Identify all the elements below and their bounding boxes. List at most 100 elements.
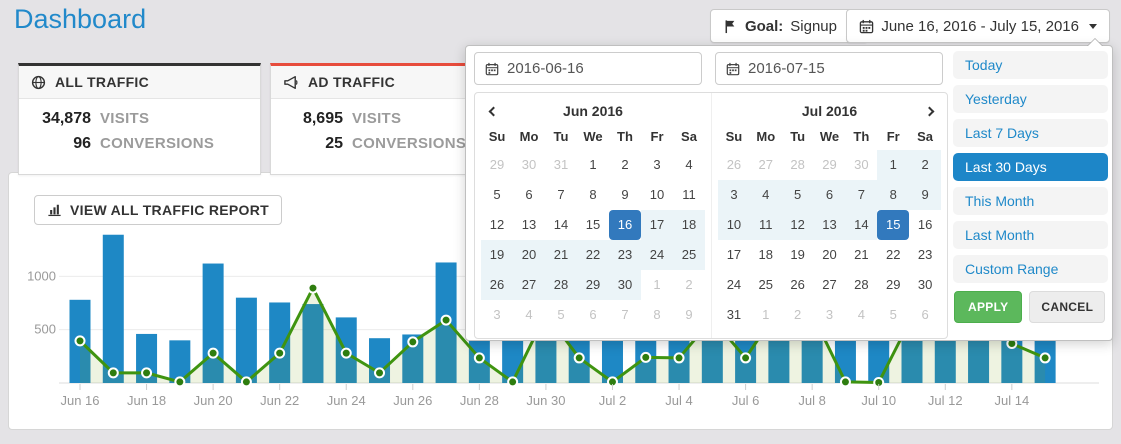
calendar-day[interactable]: 19 xyxy=(782,240,814,270)
calendar-day[interactable]: 15 xyxy=(577,210,609,240)
range-preset-last-7-days[interactable]: Last 7 Days xyxy=(953,119,1108,147)
calendar-day[interactable]: 20 xyxy=(814,240,846,270)
chart-point[interactable] xyxy=(109,368,118,377)
range-preset-last-30-days[interactable]: Last 30 Days xyxy=(953,153,1108,181)
calendar-day[interactable]: 10 xyxy=(641,180,673,210)
calendar-day[interactable]: 18 xyxy=(750,240,782,270)
calendar-day[interactable]: 22 xyxy=(877,240,909,270)
chart-point[interactable] xyxy=(575,353,584,362)
chart-point[interactable] xyxy=(275,349,284,358)
chart-point[interactable] xyxy=(342,349,351,358)
chevron-left-icon[interactable] xyxy=(481,99,505,123)
chart-point[interactable] xyxy=(408,337,417,346)
calendar-day[interactable]: 29 xyxy=(481,150,513,180)
calendar-day[interactable]: 22 xyxy=(577,240,609,270)
calendar-day[interactable]: 6 xyxy=(577,300,609,330)
calendar-day[interactable]: 8 xyxy=(641,300,673,330)
calendar-day[interactable]: 18 xyxy=(673,210,705,240)
calendar-day[interactable]: 26 xyxy=(718,150,750,180)
chart-point[interactable] xyxy=(741,353,750,362)
calendar-day[interactable]: 17 xyxy=(641,210,673,240)
calendar-day[interactable]: 31 xyxy=(718,300,750,330)
calendar-day[interactable]: 5 xyxy=(782,180,814,210)
calendar-day[interactable]: 26 xyxy=(782,270,814,300)
calendar-day[interactable]: 24 xyxy=(641,240,673,270)
chart-point[interactable] xyxy=(242,377,251,386)
calendar-day[interactable]: 7 xyxy=(545,180,577,210)
range-preset-today[interactable]: Today xyxy=(953,51,1108,79)
apply-button[interactable]: APPLY xyxy=(954,291,1022,323)
calendar-day[interactable]: 6 xyxy=(814,180,846,210)
chart-point[interactable] xyxy=(308,284,317,293)
calendar-day[interactable]: 14 xyxy=(845,210,877,240)
calendar-day[interactable]: 3 xyxy=(814,300,846,330)
calendar-day[interactable]: 12 xyxy=(481,210,513,240)
date-range-button[interactable]: June 16, 2016 - July 15, 2016 xyxy=(846,9,1110,43)
calendar-day[interactable]: 29 xyxy=(877,270,909,300)
calendar-day[interactable]: 30 xyxy=(513,150,545,180)
chevron-right-icon[interactable] xyxy=(917,99,941,123)
calendar-day[interactable]: 31 xyxy=(545,150,577,180)
calendar-day[interactable]: 3 xyxy=(481,300,513,330)
cancel-button[interactable]: CANCEL xyxy=(1029,291,1105,323)
calendar-day[interactable]: 25 xyxy=(750,270,782,300)
chart-bar[interactable] xyxy=(103,235,124,383)
chart-point[interactable] xyxy=(475,353,484,362)
calendar-day[interactable]: 13 xyxy=(513,210,545,240)
calendar-day[interactable]: 2 xyxy=(782,300,814,330)
calendar-day[interactable]: 15 xyxy=(877,210,909,240)
calendar-day[interactable]: 29 xyxy=(577,270,609,300)
start-date-input[interactable]: 2016-06-16 xyxy=(474,52,702,85)
chart-point[interactable] xyxy=(841,377,850,386)
calendar-day[interactable]: 9 xyxy=(909,180,941,210)
calendar-day[interactable]: 6 xyxy=(513,180,545,210)
calendar-day[interactable]: 20 xyxy=(513,240,545,270)
calendar-day[interactable]: 30 xyxy=(909,270,941,300)
calendar-day[interactable]: 1 xyxy=(641,270,673,300)
chart-point[interactable] xyxy=(1041,353,1050,362)
calendar-day[interactable]: 11 xyxy=(750,210,782,240)
range-preset-this-month[interactable]: This Month xyxy=(953,187,1108,215)
calendar-day[interactable]: 4 xyxy=(750,180,782,210)
calendar-day[interactable]: 9 xyxy=(673,300,705,330)
calendar-day[interactable]: 5 xyxy=(877,300,909,330)
chart-point[interactable] xyxy=(76,336,85,345)
goal-selector-button[interactable]: Goal: Signup xyxy=(710,9,868,43)
calendar-day[interactable]: 16 xyxy=(609,210,641,240)
calendar-day[interactable]: 4 xyxy=(845,300,877,330)
calendar-day[interactable]: 4 xyxy=(513,300,545,330)
calendar-day[interactable]: 25 xyxy=(673,240,705,270)
calendar-day[interactable]: 1 xyxy=(577,150,609,180)
chart-point[interactable] xyxy=(375,368,384,377)
calendar-day[interactable]: 3 xyxy=(718,180,750,210)
chart-point[interactable] xyxy=(142,368,151,377)
range-preset-custom-range[interactable]: Custom Range xyxy=(953,255,1108,283)
chart-point[interactable] xyxy=(675,353,684,362)
calendar-day[interactable]: 24 xyxy=(718,270,750,300)
calendar-day[interactable]: 3 xyxy=(641,150,673,180)
calendar-day[interactable]: 23 xyxy=(909,240,941,270)
calendar-day[interactable]: 8 xyxy=(877,180,909,210)
calendar-day[interactable]: 28 xyxy=(782,150,814,180)
calendar-day[interactable]: 27 xyxy=(750,150,782,180)
chart-point[interactable] xyxy=(209,349,218,358)
chart-point[interactable] xyxy=(442,316,451,325)
calendar-day[interactable]: 16 xyxy=(909,210,941,240)
calendar-day[interactable]: 10 xyxy=(718,210,750,240)
calendar-day[interactable]: 5 xyxy=(481,180,513,210)
calendar-day[interactable]: 1 xyxy=(877,150,909,180)
range-preset-last-month[interactable]: Last Month xyxy=(953,221,1108,249)
calendar-day[interactable]: 2 xyxy=(673,270,705,300)
calendar-day[interactable]: 12 xyxy=(782,210,814,240)
chart-bar[interactable] xyxy=(236,298,257,383)
calendar-day[interactable]: 26 xyxy=(481,270,513,300)
calendar-day[interactable]: 17 xyxy=(718,240,750,270)
calendar-day[interactable]: 14 xyxy=(545,210,577,240)
end-date-input[interactable]: 2016-07-15 xyxy=(715,52,943,85)
calendar-day[interactable]: 30 xyxy=(845,150,877,180)
calendar-day[interactable]: 6 xyxy=(909,300,941,330)
calendar-day[interactable]: 28 xyxy=(545,270,577,300)
chart-point[interactable] xyxy=(175,377,184,386)
chart-point[interactable] xyxy=(508,377,517,386)
calendar-day[interactable]: 28 xyxy=(845,270,877,300)
